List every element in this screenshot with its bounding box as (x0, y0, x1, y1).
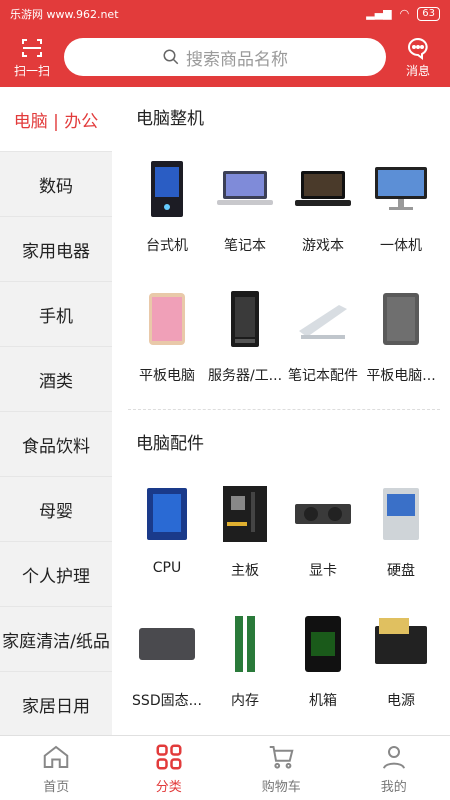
laptop-icon (217, 171, 273, 205)
motherboard-icon (223, 486, 267, 542)
tab-profile[interactable]: 我的 (338, 736, 450, 800)
home-icon (44, 745, 69, 768)
product-label: 平板电脑 (139, 368, 195, 384)
sidebar-item-home-daily[interactable]: 家居日用 (0, 672, 112, 735)
sidebar-item-phones[interactable]: 手机 (0, 282, 112, 347)
sidebar-item-computer-office[interactable]: 电脑 | 办公 (0, 87, 112, 152)
desktop-tower-icon (151, 161, 183, 217)
sidebar-item-baby[interactable]: 母婴 (0, 477, 112, 542)
product-label: 硬盘 (387, 563, 415, 579)
product-cell[interactable]: 平板电脑 (128, 275, 206, 405)
laptop-stand-icon (299, 305, 347, 339)
all-in-one-icon (375, 167, 427, 210)
product-cell[interactable]: 电源 (362, 600, 440, 730)
tab-home-label: 首页 (43, 779, 70, 795)
user-icon (382, 745, 405, 769)
status-icons: ▂▄▆ ◠ 63 (366, 6, 440, 21)
graphics-card-icon (295, 504, 351, 524)
server-icon (231, 291, 259, 347)
scan-button[interactable]: 扫一扫 (0, 36, 64, 79)
product-cell[interactable]: 平板电脑... (362, 275, 440, 405)
message-icon (408, 37, 428, 60)
section-title: 电脑配件 (136, 433, 204, 454)
gaming-laptop-icon (295, 171, 351, 206)
product-label: 电源 (387, 693, 415, 709)
product-label: CPU (152, 560, 182, 576)
category-sidebar: 电脑 | 办公 数码 家用电器 手机 酒类 食品饮料 母婴 个人护理 家庭清洁/… (0, 87, 112, 735)
tab-profile-label: 我的 (380, 779, 407, 795)
product-label: 内存 (231, 693, 259, 709)
product-label: 平板电脑... (366, 368, 436, 384)
ssd-icon (139, 628, 195, 660)
signal-icon: ▂▄▆ (366, 7, 392, 20)
product-label: 主板 (231, 563, 259, 579)
product-label: 显卡 (309, 563, 337, 579)
sidebar-item-cleaning-paper[interactable]: 家庭清洁/纸品 (0, 607, 112, 672)
tablet-icon (149, 293, 185, 345)
product-cell[interactable]: 笔记本配件 (284, 275, 362, 405)
product-cell[interactable]: 机箱 (284, 600, 362, 730)
tablet-case-icon (383, 293, 419, 345)
section-divider (128, 409, 440, 410)
product-cell[interactable]: 内存 (206, 600, 284, 730)
search-placeholder: 搜索商品名称 (186, 49, 288, 70)
product-label: 机箱 (309, 693, 337, 709)
sidebar-item-food-drink[interactable]: 食品饮料 (0, 412, 112, 477)
sidebar-item-digital[interactable]: 数码 (0, 152, 112, 217)
product-cell[interactable]: CPU (128, 470, 206, 600)
category-content: 电脑整机 台式机 笔记本 游戏本 一体机 平板电脑 服务器/工... 笔记本配件 (112, 87, 450, 735)
sidebar-item-liquor[interactable]: 酒类 (0, 347, 112, 412)
product-label: 服务器/工... (207, 368, 283, 384)
status-bar: 乐游网 www.962.net ▂▄▆ ◠ 63 (0, 0, 450, 27)
wifi-icon: ◠ (399, 7, 410, 20)
tab-cart[interactable]: 购物车 (225, 736, 338, 800)
message-button[interactable]: 消息 (386, 36, 450, 79)
product-cell[interactable]: SSD固态... (128, 600, 206, 730)
scan-label: 扫一扫 (13, 63, 50, 78)
product-label: 游戏本 (302, 238, 344, 254)
product-label: 台式机 (146, 238, 188, 254)
product-cell[interactable]: 台式机 (128, 145, 206, 275)
ram-icon (235, 616, 255, 672)
category-icon (156, 744, 182, 769)
tab-home[interactable]: 首页 (0, 736, 113, 800)
product-cell[interactable]: 硬盘 (362, 470, 440, 600)
product-grid: CPU 主板 显卡 硬盘 SSD固态... 内存 机箱 电源 (128, 470, 440, 730)
hard-drive-icon (383, 488, 419, 540)
tab-cart-label: 购物车 (261, 779, 301, 795)
tab-category-label: 分类 (155, 779, 182, 795)
product-cell[interactable]: 游戏本 (284, 145, 362, 275)
product-cell[interactable]: 笔记本 (206, 145, 284, 275)
product-label: 笔记本配件 (288, 368, 358, 384)
tab-category[interactable]: 分类 (113, 736, 226, 800)
pc-case-icon (305, 616, 341, 672)
product-grid: 台式机 笔记本 游戏本 一体机 平板电脑 服务器/工... 笔记本配件 平板电脑… (128, 145, 440, 405)
product-cell[interactable]: 主板 (206, 470, 284, 600)
status-site-text: 乐游网 www.962.net (10, 7, 119, 21)
message-label: 消息 (405, 63, 430, 78)
sidebar-item-appliances[interactable]: 家用电器 (0, 217, 112, 282)
power-supply-icon (375, 618, 427, 664)
product-cell[interactable]: 显卡 (284, 470, 362, 600)
product-cell[interactable]: 一体机 (362, 145, 440, 275)
top-header: 扫一扫 搜索商品名称 消息 (0, 27, 450, 87)
battery-icon: 63 (417, 6, 440, 21)
sidebar-item-personal-care[interactable]: 个人护理 (0, 542, 112, 607)
product-label: 笔记本 (224, 238, 266, 254)
product-cell[interactable]: 服务器/工... (206, 275, 284, 405)
cart-icon (270, 745, 294, 769)
search-input[interactable]: 搜索商品名称 (64, 38, 386, 76)
bottom-tab-bar: 首页 分类 购物车 我的 (0, 735, 450, 800)
scan-icon (22, 38, 42, 57)
cpu-icon (147, 488, 187, 540)
section-title: 电脑整机 (136, 108, 204, 129)
search-icon (163, 49, 179, 65)
product-label: SSD固态... (132, 693, 202, 709)
product-label: 一体机 (380, 238, 422, 254)
